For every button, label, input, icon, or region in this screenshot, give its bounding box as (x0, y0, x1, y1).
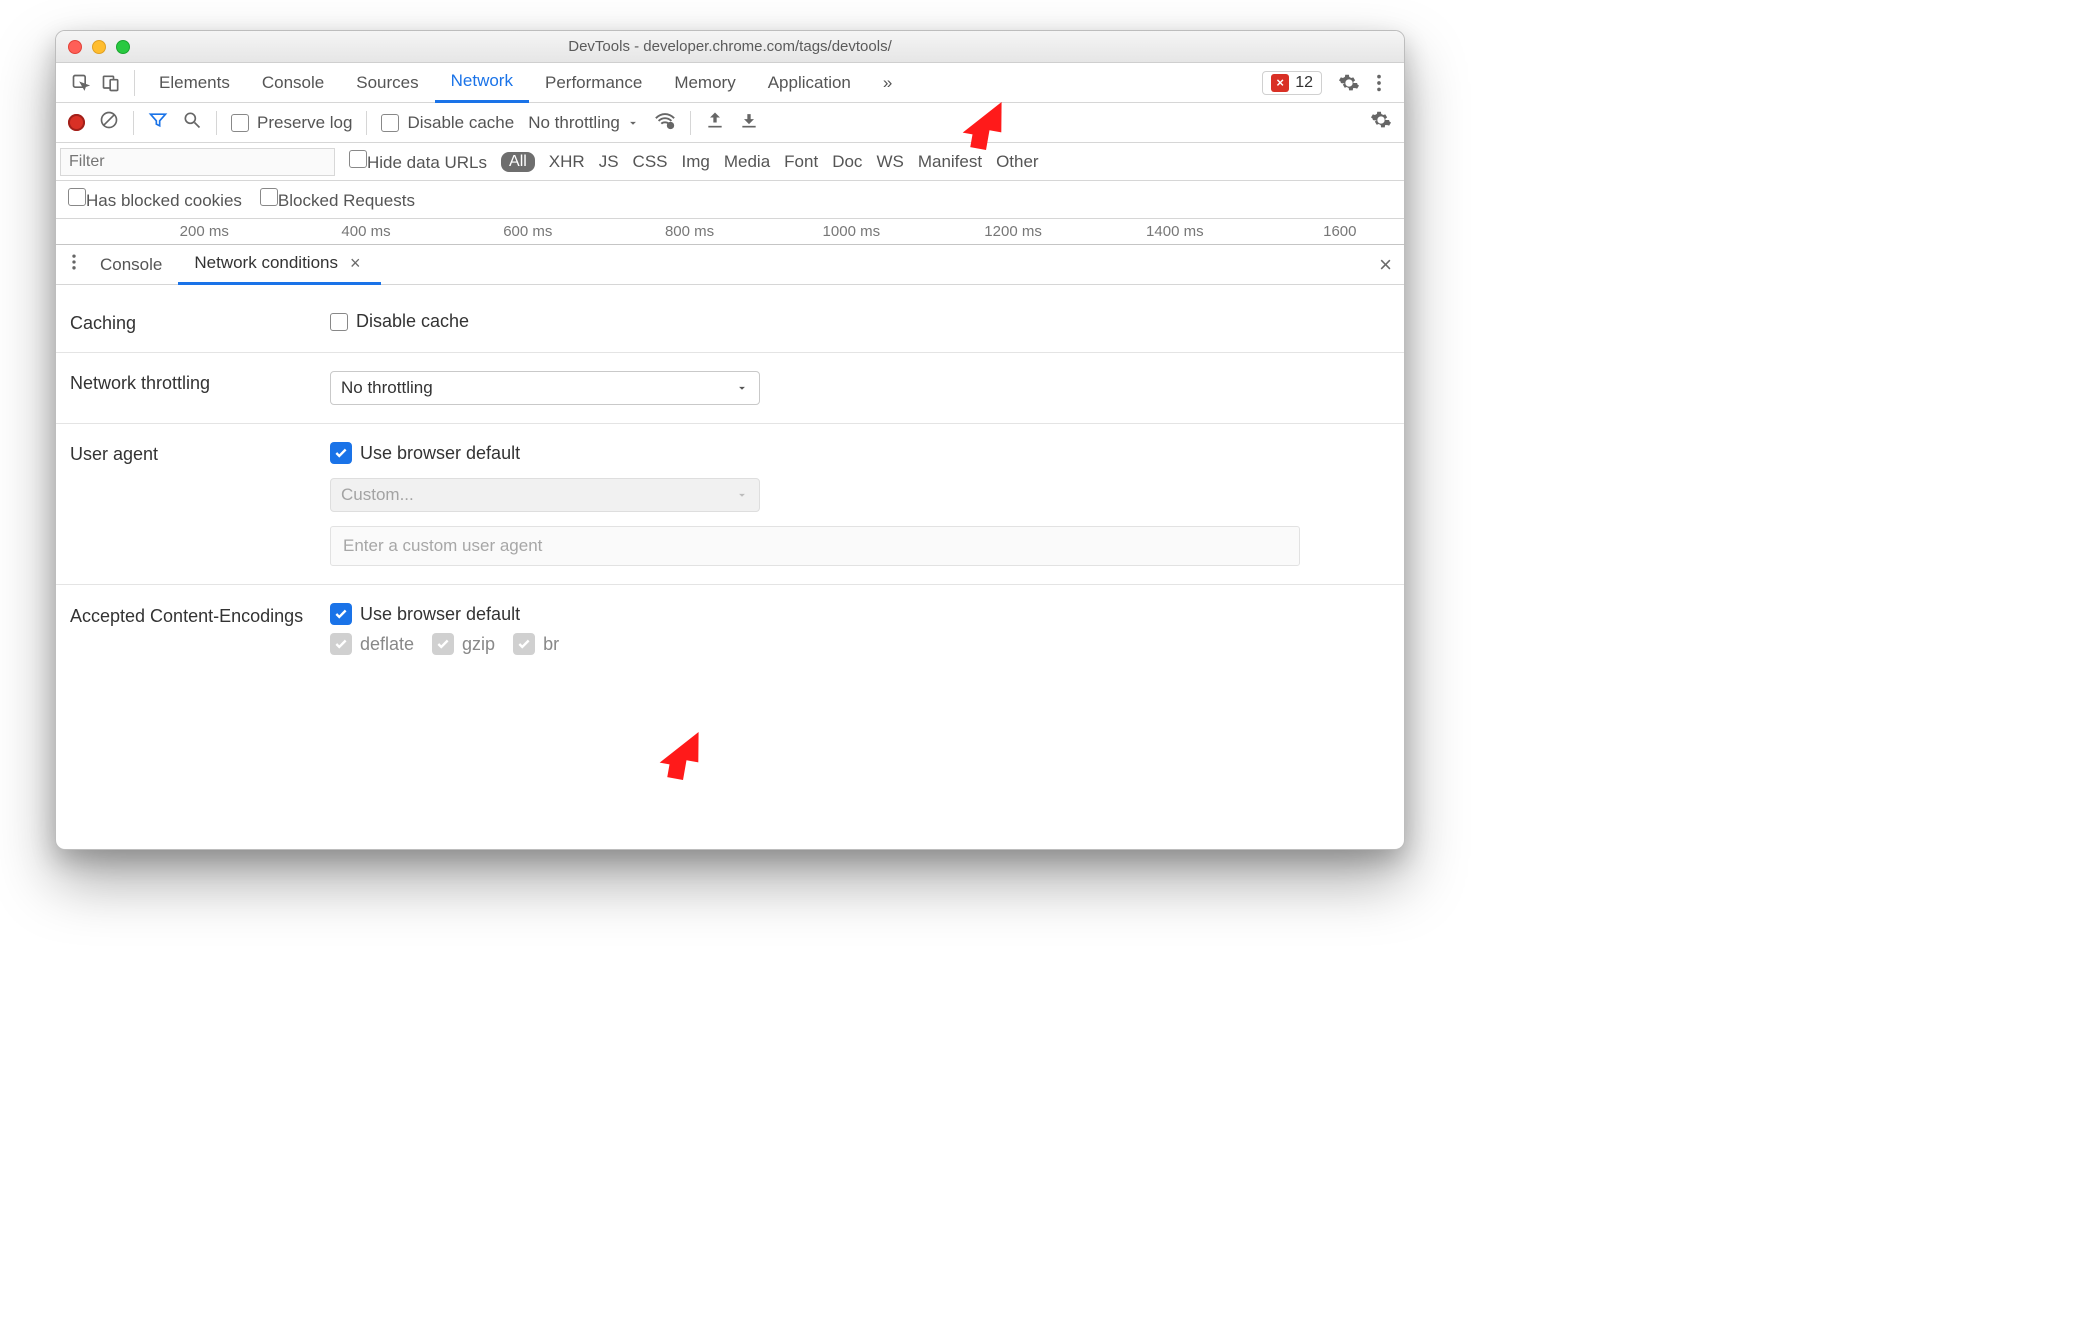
ua-custom-select: Custom... (330, 478, 760, 512)
settings-gear-icon[interactable] (1334, 72, 1364, 94)
disable-cache-checkbox[interactable]: Disable cache (381, 113, 514, 133)
filter-type-manifest[interactable]: Manifest (918, 152, 982, 172)
traffic-lights (68, 40, 130, 54)
filter-type-doc[interactable]: Doc (832, 152, 862, 172)
network-conditions-panel: Caching Disable cache Network throttling… (56, 285, 1404, 673)
throttling-select[interactable]: No throttling (528, 113, 640, 133)
close-tab-icon[interactable]: × (346, 253, 365, 274)
ua-use-default-checkbox[interactable]: Use browser default (330, 442, 1390, 464)
filter-type-css[interactable]: CSS (633, 152, 668, 172)
filter-bar: Hide data URLs All XHR JS CSS Img Media … (56, 143, 1404, 181)
network-settings-gear-icon[interactable] (1370, 109, 1392, 136)
enc-br-checkbox: br (513, 633, 559, 655)
error-count-badge[interactable]: × 12 (1262, 71, 1322, 95)
blocked-bar: Has blocked cookies Blocked Requests (56, 181, 1404, 219)
tab-memory[interactable]: Memory (658, 63, 751, 103)
inspect-icon[interactable] (66, 73, 96, 93)
section-encodings: Accepted Content-Encodings Use browser d… (56, 585, 1404, 673)
section-throttling: Network throttling No throttling (56, 353, 1404, 424)
error-count: 12 (1295, 74, 1313, 92)
has-blocked-cookies-checkbox[interactable]: Has blocked cookies (68, 188, 242, 211)
filter-type-xhr[interactable]: XHR (549, 152, 585, 172)
tab-application[interactable]: Application (752, 63, 867, 103)
download-har-icon[interactable] (739, 110, 759, 135)
devtools-window: DevTools - developer.chrome.com/tags/dev… (55, 30, 1405, 850)
main-tab-bar: Elements Console Sources Network Perform… (56, 63, 1404, 103)
tab-network[interactable]: Network (435, 63, 529, 103)
drawer-tab-network-conditions[interactable]: Network conditions × (178, 245, 380, 285)
record-button[interactable] (68, 114, 85, 131)
enc-gzip-checkbox: gzip (432, 633, 495, 655)
enc-use-default-checkbox[interactable]: Use browser default (330, 603, 1390, 625)
network-toolbar: Preserve log Disable cache No throttling (56, 103, 1404, 143)
filter-type-other[interactable]: Other (996, 152, 1039, 172)
preserve-log-checkbox[interactable]: Preserve log (231, 113, 352, 133)
hide-data-urls-checkbox[interactable]: Hide data URLs (349, 150, 487, 173)
filter-type-js[interactable]: JS (599, 152, 619, 172)
nc-throttling-select[interactable]: No throttling (330, 371, 760, 405)
close-drawer-icon[interactable]: × (1375, 252, 1396, 278)
tab-performance[interactable]: Performance (529, 63, 658, 103)
search-icon[interactable] (182, 110, 202, 135)
filter-type-ws[interactable]: WS (876, 152, 903, 172)
close-window-button[interactable] (68, 40, 82, 54)
section-caching: Caching Disable cache (56, 293, 1404, 353)
drawer-tab-console[interactable]: Console (84, 245, 178, 285)
timeline-overview[interactable]: 200 ms 400 ms 600 ms 800 ms 1000 ms 1200… (56, 219, 1404, 245)
drawer-tab-bar: Console Network conditions × × (56, 245, 1404, 285)
maximize-window-button[interactable] (116, 40, 130, 54)
filter-type-img[interactable]: Img (682, 152, 710, 172)
section-user-agent: User agent Use browser default Custom...… (56, 424, 1404, 585)
tab-sources[interactable]: Sources (340, 63, 434, 103)
tab-overflow[interactable]: » (867, 63, 908, 103)
device-toggle-icon[interactable] (96, 73, 126, 93)
upload-har-icon[interactable] (705, 110, 725, 135)
filter-type-font[interactable]: Font (784, 152, 818, 172)
ua-custom-input: Enter a custom user agent (330, 526, 1300, 566)
filter-type-all[interactable]: All (501, 152, 535, 172)
drawer-kebab-icon[interactable] (64, 252, 84, 277)
enc-deflate-checkbox: deflate (330, 633, 414, 655)
filter-type-media[interactable]: Media (724, 152, 770, 172)
titlebar: DevTools - developer.chrome.com/tags/dev… (56, 31, 1404, 63)
tab-console[interactable]: Console (246, 63, 340, 103)
window-title: DevTools - developer.chrome.com/tags/dev… (56, 38, 1404, 55)
error-icon: × (1271, 74, 1289, 92)
blocked-requests-checkbox[interactable]: Blocked Requests (260, 188, 415, 211)
annotation-arrow-bottom (650, 721, 710, 786)
nc-disable-cache-checkbox[interactable]: Disable cache (330, 311, 1390, 332)
filter-input[interactable] (60, 148, 335, 176)
minimize-window-button[interactable] (92, 40, 106, 54)
kebab-menu-icon[interactable] (1364, 72, 1394, 94)
filter-icon[interactable] (148, 110, 168, 135)
clear-icon[interactable] (99, 110, 119, 135)
tab-elements[interactable]: Elements (143, 63, 246, 103)
network-conditions-icon[interactable] (654, 109, 676, 136)
